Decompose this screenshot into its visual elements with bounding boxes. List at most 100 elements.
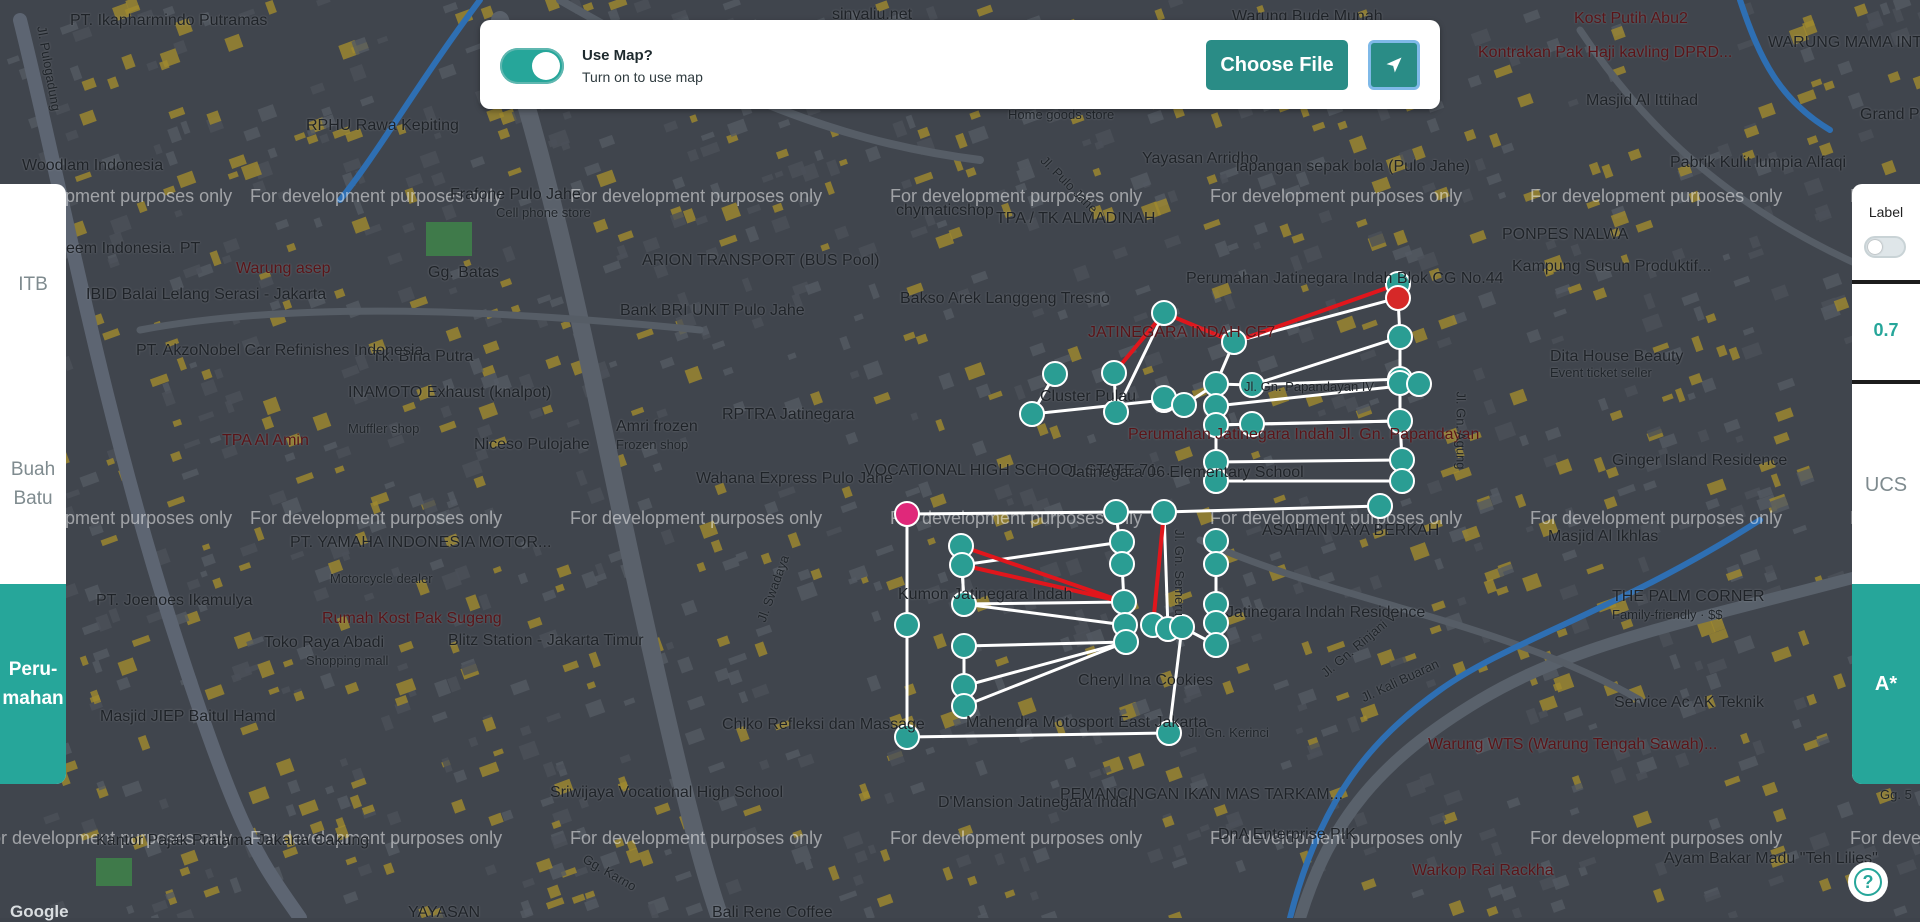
switch-knob <box>1868 240 1882 254</box>
graph-node[interactable] <box>949 552 975 578</box>
graph-node[interactable] <box>1367 493 1393 519</box>
poi-label: Warung asep <box>236 260 331 277</box>
graph-node[interactable] <box>894 612 920 638</box>
poi-label: Frafone Pulo Jahe <box>450 186 581 203</box>
graph-node[interactable] <box>1203 632 1229 658</box>
graph-edge <box>906 510 1117 516</box>
poi-label: Kumon Jatinegara Indah <box>898 586 1073 603</box>
poi-label: IBID Balai Lelang Serasi - Jakarta <box>86 286 327 303</box>
poi-label: ARION TRANSPORT (BUS Pool) <box>642 252 880 269</box>
poi-label: PT. YAMAHA INDONESIA MOTOR... <box>290 534 552 551</box>
use-map-title: Use Map? <box>582 47 653 64</box>
start-node[interactable] <box>894 501 920 527</box>
location-buah-batu[interactable]: Buah Batu <box>0 384 66 584</box>
poi-label: YAYASAN <box>408 904 481 921</box>
graph-node[interactable] <box>1203 371 1229 397</box>
poi-label: Kampung Susun Produktif... <box>1512 258 1712 275</box>
poi-label: Kost Putih Abu2 <box>1574 10 1688 27</box>
graph-node[interactable] <box>1151 499 1177 525</box>
poi-label: Warung WTS (Warung Tengah Sawah)... <box>1428 736 1718 753</box>
watermark-text: For development purposes only <box>1530 828 1782 848</box>
help-button[interactable]: ? <box>1848 862 1888 902</box>
poi-label: RPHU Rawa Kepiting <box>306 117 459 134</box>
watermark-text: For development purposes only <box>1530 508 1782 528</box>
divider <box>1852 280 1920 284</box>
graph-node[interactable] <box>1203 610 1229 636</box>
help-icon: ? <box>1854 868 1882 896</box>
poi-label: Grand Pam <box>1860 106 1920 123</box>
graph-node[interactable] <box>1151 300 1177 326</box>
graph-node[interactable] <box>1109 529 1135 555</box>
poi-label: PT. AkzoNobel Car Refinishes Indonesia <box>136 342 424 359</box>
poi-label: Kontrakan Pak Haji kavling DPRD... <box>1478 44 1733 61</box>
poi-label: INAMOTO Exhaust (knalpot) <box>348 384 552 401</box>
watermark-text: For development purposes only <box>1210 186 1462 206</box>
poi-label: WARUNG MAMA INTAN (WMI) <box>1768 34 1920 51</box>
poi-label: Sriwijaya Vocational High School <box>550 784 784 801</box>
graph-node[interactable] <box>1019 401 1045 427</box>
graph-node[interactable] <box>1203 528 1229 554</box>
graph-node[interactable] <box>1113 629 1139 655</box>
poi-label: Service Ac AK Teknik <box>1614 694 1764 711</box>
label-switch[interactable] <box>1864 236 1906 258</box>
algorithm-ucs[interactable]: UCS <box>1852 474 1920 497</box>
choose-file-button[interactable]: Choose File <box>1206 40 1348 90</box>
algorithm-astar[interactable]: A* <box>1852 584 1920 784</box>
watermark-text: For development purposes only <box>1850 828 1920 848</box>
locate-button[interactable] <box>1368 40 1420 90</box>
poi-label: JATINEGARA INDAH CF7 <box>1088 324 1276 341</box>
watermark-text: For development purposes only <box>1530 186 1782 206</box>
poi-label: PT. Ikapharmindo Putramas <box>70 12 268 29</box>
poi-label: Ginger Island Residence <box>1612 452 1788 469</box>
graph-node[interactable] <box>1042 361 1068 387</box>
graph-node[interactable] <box>1109 551 1135 577</box>
toggle-knob <box>532 52 560 80</box>
graph-node[interactable] <box>1169 614 1195 640</box>
poi-label: Motorcycle dealer <box>330 571 433 586</box>
graph-node[interactable] <box>1389 468 1415 494</box>
goal-node[interactable] <box>1385 285 1411 311</box>
poi-label: Warkop Rai Rackha <box>1412 862 1554 879</box>
poi-label: Kantor Pajak Pratama Jakarta Cakung <box>96 832 370 849</box>
poi-label: Ayam Bakar Madu "Teh Lilies" <box>1664 850 1878 867</box>
poi-label: RPTRA Jatinegara <box>722 406 855 423</box>
watermark-text: For development purposes only <box>570 828 822 848</box>
use-map-toggle[interactable] <box>500 48 564 84</box>
graph-node[interactable] <box>1111 589 1137 615</box>
poi-label: ASAHAN JAYA BERKAH <box>1262 522 1440 539</box>
poi-label: Niceso Pulojahe <box>474 436 590 453</box>
google-logo: Google <box>10 902 69 921</box>
location-itb[interactable]: ITB <box>0 184 66 384</box>
graph-node[interactable] <box>1171 392 1197 418</box>
poi-label: chymaticshop <box>896 202 994 219</box>
poi-label: Pabrik Kulit lumpia Alfaqi <box>1670 154 1847 171</box>
poi-label: PONPES NALWA <box>1502 226 1629 243</box>
poi-label: Gg. Batas <box>428 264 500 281</box>
poi-label: Event ticket seller <box>1550 365 1652 380</box>
poi-label: Bakso Arek Langgeng Tresno <box>900 290 1110 307</box>
poi-label: Muffler shop <box>348 421 420 436</box>
poi-label: Rumah Kost Pak Sugeng <box>322 610 502 627</box>
poi-label: Jl. Gn. Papandayan IV <box>1244 379 1375 394</box>
watermark-text: For development purposes only <box>570 508 822 528</box>
graph-node[interactable] <box>1203 551 1229 577</box>
graph-node[interactable] <box>951 633 977 659</box>
watermark-text: For development purposes only <box>250 508 502 528</box>
poi-label: Masjid JIEP Baitul Hamd <box>100 708 276 725</box>
poi-label: TPA / TK ALMADINAH <box>996 210 1156 227</box>
poi-label: Gg. 5 <box>1880 787 1912 802</box>
poi-label: Shopping mall <box>306 653 389 668</box>
poi-label: THE PALM CORNER <box>1612 588 1765 605</box>
graph-node[interactable] <box>1387 324 1413 350</box>
poi-label: Jl. Gn. Semeru <box>1171 529 1187 616</box>
poi-label: Blitz Station - Jakarta Timur <box>448 632 644 649</box>
poi-label: Cheryl Ina Cookies <box>1078 672 1214 689</box>
poi-label: Perumahan Jatinegara Indah Jl. Gn. Papan… <box>1128 426 1480 443</box>
graph-node[interactable] <box>1103 499 1129 525</box>
poi-label: Amri frozen <box>616 418 698 435</box>
graph-node[interactable] <box>1101 360 1127 386</box>
poi-label: Family-friendly · $$ <box>1612 607 1723 622</box>
use-map-subtitle: Turn on to use map <box>582 69 703 85</box>
graph-node[interactable] <box>1406 371 1432 397</box>
location-perumahan[interactable]: Peru-mahan <box>0 584 66 784</box>
